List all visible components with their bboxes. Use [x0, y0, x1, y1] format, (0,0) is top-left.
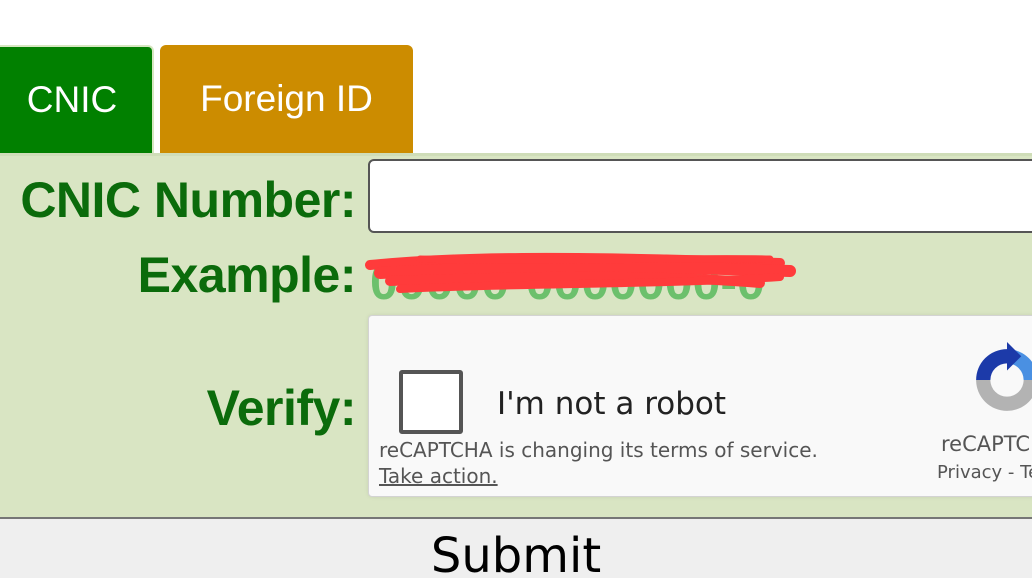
recaptcha-logo-icon [976, 342, 1032, 411]
cnic-number-input[interactable] [368, 159, 1032, 233]
recaptcha-checkbox-label: I'm not a robot [497, 386, 727, 422]
example-label: Example: [137, 247, 357, 303]
tab-foreign-id[interactable]: Foreign ID [160, 45, 413, 153]
verify-label: Verify: [206, 380, 357, 436]
recaptcha-privacy-link[interactable]: Privacy [937, 462, 1002, 483]
cnic-number-label: CNIC Number: [20, 172, 356, 228]
form-panel: CNIC Number: Example: 00000-0000000-0 Ve… [0, 153, 1032, 517]
recaptcha-widget: I'm not a robot reCAPTCHA is changing it… [368, 315, 1032, 497]
recaptcha-take-action-link[interactable]: Take action. [379, 464, 498, 488]
recaptcha-checkbox[interactable] [399, 370, 463, 434]
redaction-scribble [365, 252, 796, 293]
recaptcha-links: Privacy - Terms [937, 462, 1032, 483]
recaptcha-brand-label: reCAPTCHA [941, 432, 1032, 456]
recaptcha-terms-link[interactable]: Terms [1020, 462, 1032, 483]
tab-foreign-id-label: Foreign ID [200, 78, 373, 119]
recaptcha-links-separator: - [1007, 462, 1015, 483]
recaptcha-notice: reCAPTCHA is changing its terms of servi… [379, 438, 818, 462]
tab-cnic-label: CNIC [26, 79, 118, 120]
tab-cnic[interactable]: CNIC [0, 45, 154, 153]
submit-button[interactable]: Submit [0, 517, 1032, 578]
cnic-form-page: CNIC Foreign ID CNIC Number: Example: 00… [0, 0, 1032, 578]
